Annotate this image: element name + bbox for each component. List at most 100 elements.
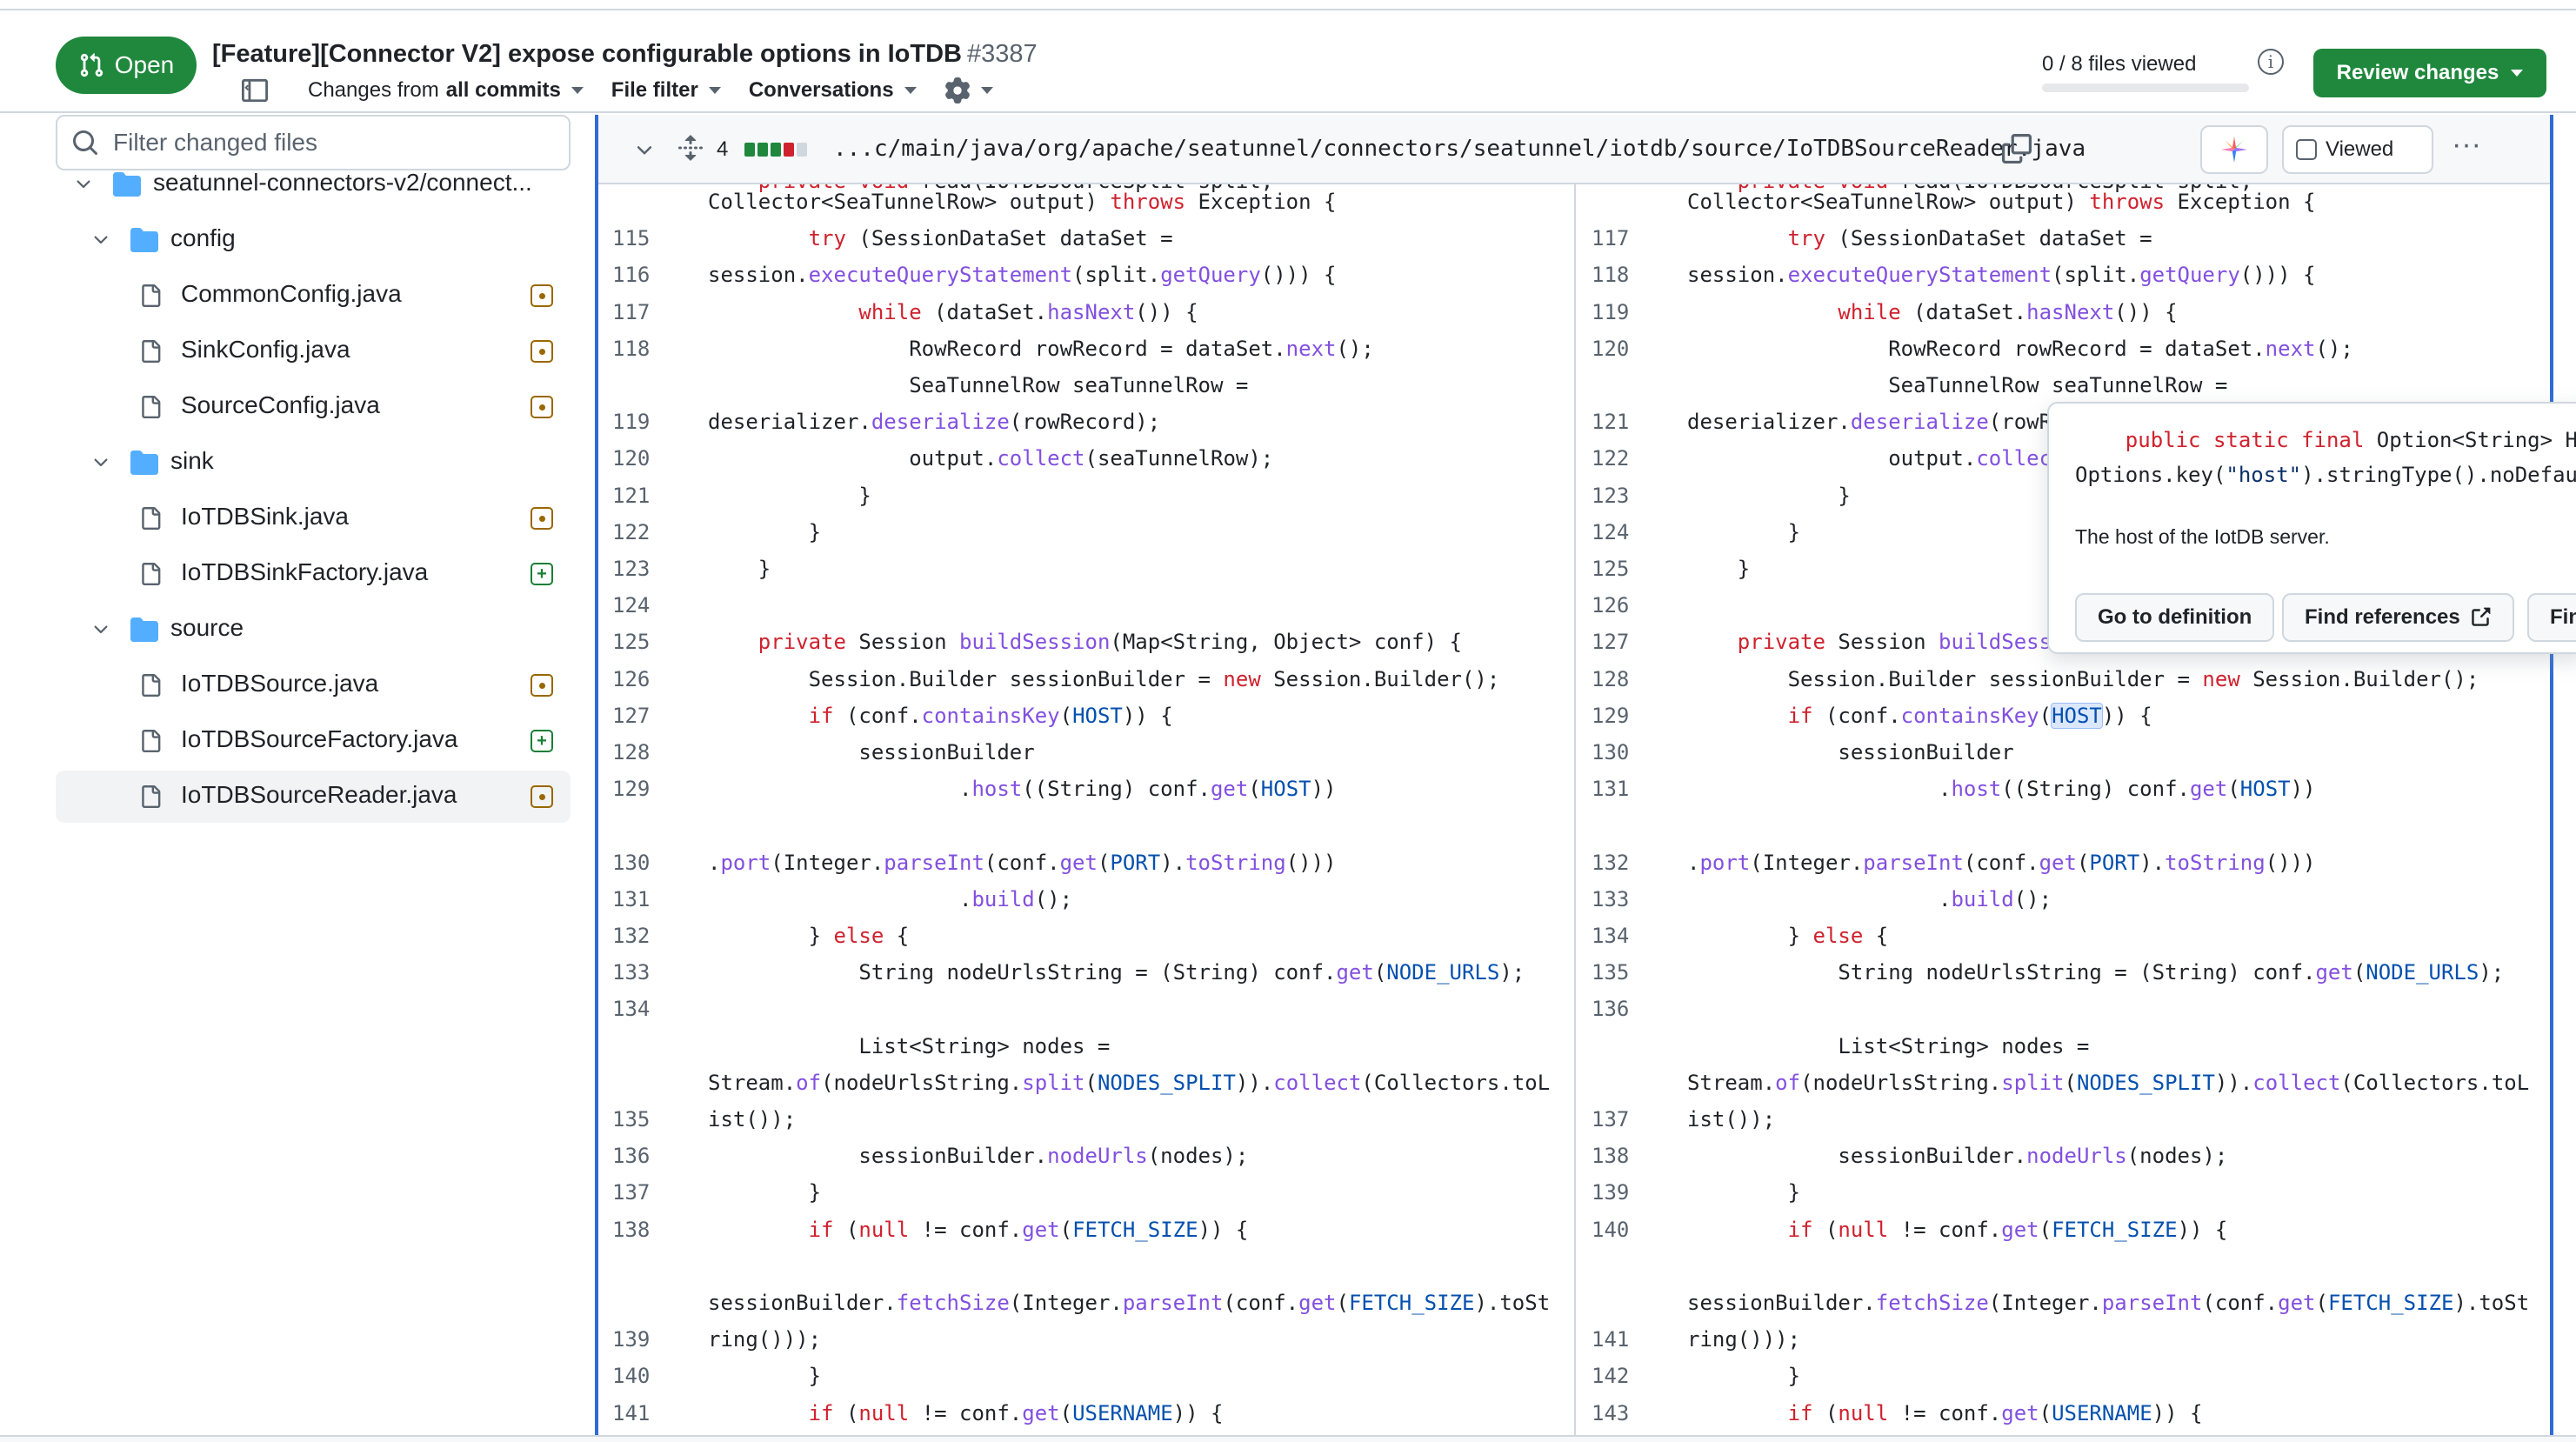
line-number[interactable]: 127 [1592, 624, 1640, 659]
code-text: } [1687, 557, 1751, 581]
line-number[interactable]: 129 [612, 771, 661, 806]
viewed-checkbox[interactable]: Viewed [2282, 125, 2433, 174]
copy-icon[interactable] [2002, 134, 2032, 164]
kebab-horizontal-icon[interactable]: ··· [2449, 130, 2484, 162]
line-number[interactable]: 130 [1592, 735, 1640, 770]
tree-folder[interactable]: seatunnel-connectors-v2/connect... [0, 158, 595, 210]
line-number[interactable]: 122 [1592, 441, 1640, 476]
line-number[interactable]: 125 [612, 624, 661, 659]
line-number[interactable]: 141 [612, 1396, 661, 1431]
chevron-down-icon[interactable] [633, 139, 656, 162]
line-number[interactable]: 137 [612, 1175, 661, 1210]
go-to-definition-button[interactable]: Go to definition [2075, 593, 2275, 642]
line-number[interactable]: 134 [612, 991, 661, 1026]
file-icon [142, 563, 161, 585]
tree-file[interactable]: SourceConfig.java [0, 381, 595, 433]
tree-folder[interactable]: source [0, 604, 595, 656]
line-number[interactable]: 133 [612, 955, 661, 990]
line-number[interactable]: 117 [1592, 221, 1640, 256]
line-number[interactable]: 127 [612, 698, 661, 733]
line-number[interactable]: 120 [1592, 331, 1640, 366]
line-number[interactable]: 128 [612, 735, 661, 770]
files-viewed-progress [2042, 83, 2249, 92]
line-number[interactable]: 140 [612, 1359, 661, 1393]
line-number[interactable]: 131 [1592, 771, 1640, 806]
line-number[interactable]: 126 [1592, 588, 1640, 623]
line-number[interactable]: 138 [1592, 1138, 1640, 1173]
line-number[interactable]: 122 [612, 515, 661, 550]
pr-toolbar: Changes from all commits File filter Conv… [242, 71, 993, 110]
line-number[interactable]: 119 [612, 404, 661, 439]
code-text: sessionBuilder.fetchSize(Integer.parseIn… [708, 1291, 1551, 1315]
code-text: if (null != conf.get(USERNAME)) { [1787, 1400, 2203, 1425]
file-icon [142, 730, 161, 752]
diff-settings-dropdown[interactable] [944, 77, 993, 103]
line-number[interactable]: 141 [1592, 1322, 1640, 1357]
code-text: SeaTunnelRow seaTunnelRow = [1687, 373, 2228, 397]
line-number[interactable]: 130 [612, 845, 661, 880]
tree-file[interactable]: IoTDBSourceReader.java [56, 771, 571, 823]
line-number[interactable]: 129 [1592, 698, 1640, 733]
code-text: Stream.of(nodeUrlsString.split(NODES_SPL… [1687, 1070, 2530, 1095]
line-number[interactable]: 135 [1592, 955, 1640, 990]
line-number[interactable]: 123 [1592, 478, 1640, 513]
line-number[interactable]: 120 [612, 441, 661, 476]
folder-icon [130, 451, 158, 475]
code-text: } else { [1687, 924, 1889, 948]
line-number[interactable]: 117 [612, 295, 661, 330]
line-number[interactable]: 143 [1592, 1396, 1640, 1431]
copilot-button[interactable] [2200, 125, 2268, 174]
line-number[interactable]: 139 [1592, 1175, 1640, 1210]
tree-file[interactable]: IoTDBSinkFactory.java + [0, 548, 595, 600]
tree-folder-label: source [170, 614, 244, 641]
tree-file[interactable]: IoTDBSourceFactory.java + [0, 715, 595, 767]
line-number[interactable]: 124 [1592, 515, 1640, 550]
line-number[interactable]: 140 [1592, 1212, 1640, 1247]
line-number[interactable]: 116 [612, 257, 661, 292]
code-text: } [1687, 519, 1801, 544]
tree-file[interactable]: SinkConfig.java [0, 325, 595, 377]
line-number[interactable]: 135 [612, 1102, 661, 1137]
line-number[interactable]: 138 [612, 1212, 661, 1247]
tree-file[interactable]: IoTDBSource.java [0, 659, 595, 711]
line-number[interactable]: 124 [612, 588, 661, 623]
line-number[interactable]: 121 [612, 478, 661, 513]
line-number[interactable]: 142 [1592, 1359, 1640, 1393]
diffstat-bar [744, 143, 807, 157]
tree-file[interactable]: CommonConfig.java [0, 270, 595, 322]
line-number[interactable]: 132 [612, 918, 661, 953]
line-number[interactable]: 125 [1592, 551, 1640, 586]
filter-files-placeholder: Filter changed files [113, 129, 318, 156]
sidebar-toggle-icon[interactable] [242, 77, 268, 103]
find-references-label: Find references [2305, 605, 2460, 629]
line-number[interactable]: 119 [1592, 295, 1640, 330]
review-changes-button[interactable]: Review changes [2313, 49, 2546, 97]
tree-file[interactable]: IoTDBSink.java [0, 492, 595, 544]
file-filter-dropdown[interactable]: File filter [611, 78, 721, 103]
line-number[interactable]: 133 [1592, 882, 1640, 917]
line-number[interactable]: 137 [1592, 1102, 1640, 1137]
line-number[interactable]: 121 [1592, 404, 1640, 439]
line-number[interactable]: 139 [612, 1322, 661, 1357]
find-references-button[interactable]: Find references [2282, 593, 2514, 642]
line-number[interactable]: 126 [612, 662, 661, 697]
line-number[interactable]: 131 [612, 882, 661, 917]
tree-folder[interactable]: config [0, 214, 595, 266]
line-number[interactable]: 118 [612, 331, 661, 366]
conversations-dropdown[interactable]: Conversations [749, 78, 917, 103]
line-number[interactable]: 128 [1592, 662, 1640, 697]
line-number[interactable]: 132 [1592, 845, 1640, 880]
info-icon[interactable]: i [2258, 49, 2284, 75]
code-text: } [1687, 483, 1851, 508]
line-number[interactable]: 118 [1592, 257, 1640, 292]
changes-from-dropdown[interactable]: Changes from all commits [308, 78, 584, 103]
line-number[interactable]: 134 [1592, 918, 1640, 953]
tree-file-label: IoTDBSource.java [181, 670, 379, 697]
tree-folder[interactable]: sink [0, 437, 595, 489]
line-number[interactable]: 115 [612, 221, 661, 256]
line-number[interactable]: 136 [1592, 991, 1640, 1026]
expand-all-icon[interactable] [677, 134, 704, 162]
line-number[interactable]: 136 [612, 1138, 661, 1173]
line-number[interactable]: 123 [612, 551, 661, 586]
find-in-file-button[interactable]: Find in file [2527, 593, 2576, 642]
